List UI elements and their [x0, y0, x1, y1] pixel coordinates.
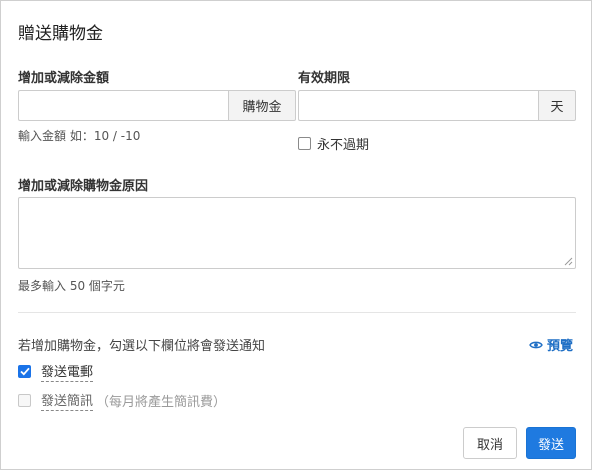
expiry-addon: 天 [538, 90, 576, 121]
send-email-label: 發送電郵 [41, 361, 94, 382]
never-expire-checkbox[interactable] [298, 137, 311, 150]
cancel-button[interactable]: 取消 [463, 427, 517, 459]
amount-addon: 購物金 [228, 90, 296, 121]
preview-link[interactable]: 預覽 [529, 335, 573, 354]
send-button[interactable]: 發送 [526, 427, 576, 459]
reason-label: 增加或減除購物金原因 [18, 179, 149, 194]
expiry-label: 有效期限 [298, 71, 351, 86]
resize-grip-icon[interactable] [564, 257, 573, 266]
never-expire-label: 永不過期 [317, 138, 370, 153]
gift-credit-dialog: 贈送購物金 增加或減除金額 購物金 輸入金額 如：10 / -10 有效期限 天… [0, 0, 592, 470]
reason-textarea[interactable] [18, 197, 576, 269]
divider [18, 312, 576, 313]
send-sms-checkbox [18, 394, 31, 407]
dialog-title: 贈送購物金 [18, 24, 103, 44]
send-sms-option: 發送簡訊 （每月將產生簡訊費） [18, 390, 226, 411]
eye-icon [529, 341, 543, 348]
amount-input-group: 購物金 [18, 90, 296, 121]
amount-input[interactable] [18, 90, 228, 121]
notify-description: 若增加購物金，勾選以下欄位將會發送通知 [18, 339, 266, 354]
reason-hint: 最多輸入 50 個字元 [18, 279, 125, 293]
never-expire-option[interactable]: 永不過期 [298, 134, 369, 153]
amount-label: 增加或減除金額 [18, 71, 110, 86]
send-email-checkbox[interactable] [18, 365, 31, 378]
expiry-days-input[interactable] [298, 90, 538, 121]
preview-label: 預覽 [547, 339, 574, 354]
send-email-option[interactable]: 發送電郵 [18, 361, 94, 382]
send-sms-label: 發送簡訊 [41, 390, 94, 411]
sms-fee-note: （每月將產生簡訊費） [96, 395, 227, 410]
amount-hint: 輸入金額 如：10 / -10 [18, 129, 141, 143]
checkmark-icon [19, 367, 30, 376]
expiry-input-group: 天 [298, 90, 576, 121]
